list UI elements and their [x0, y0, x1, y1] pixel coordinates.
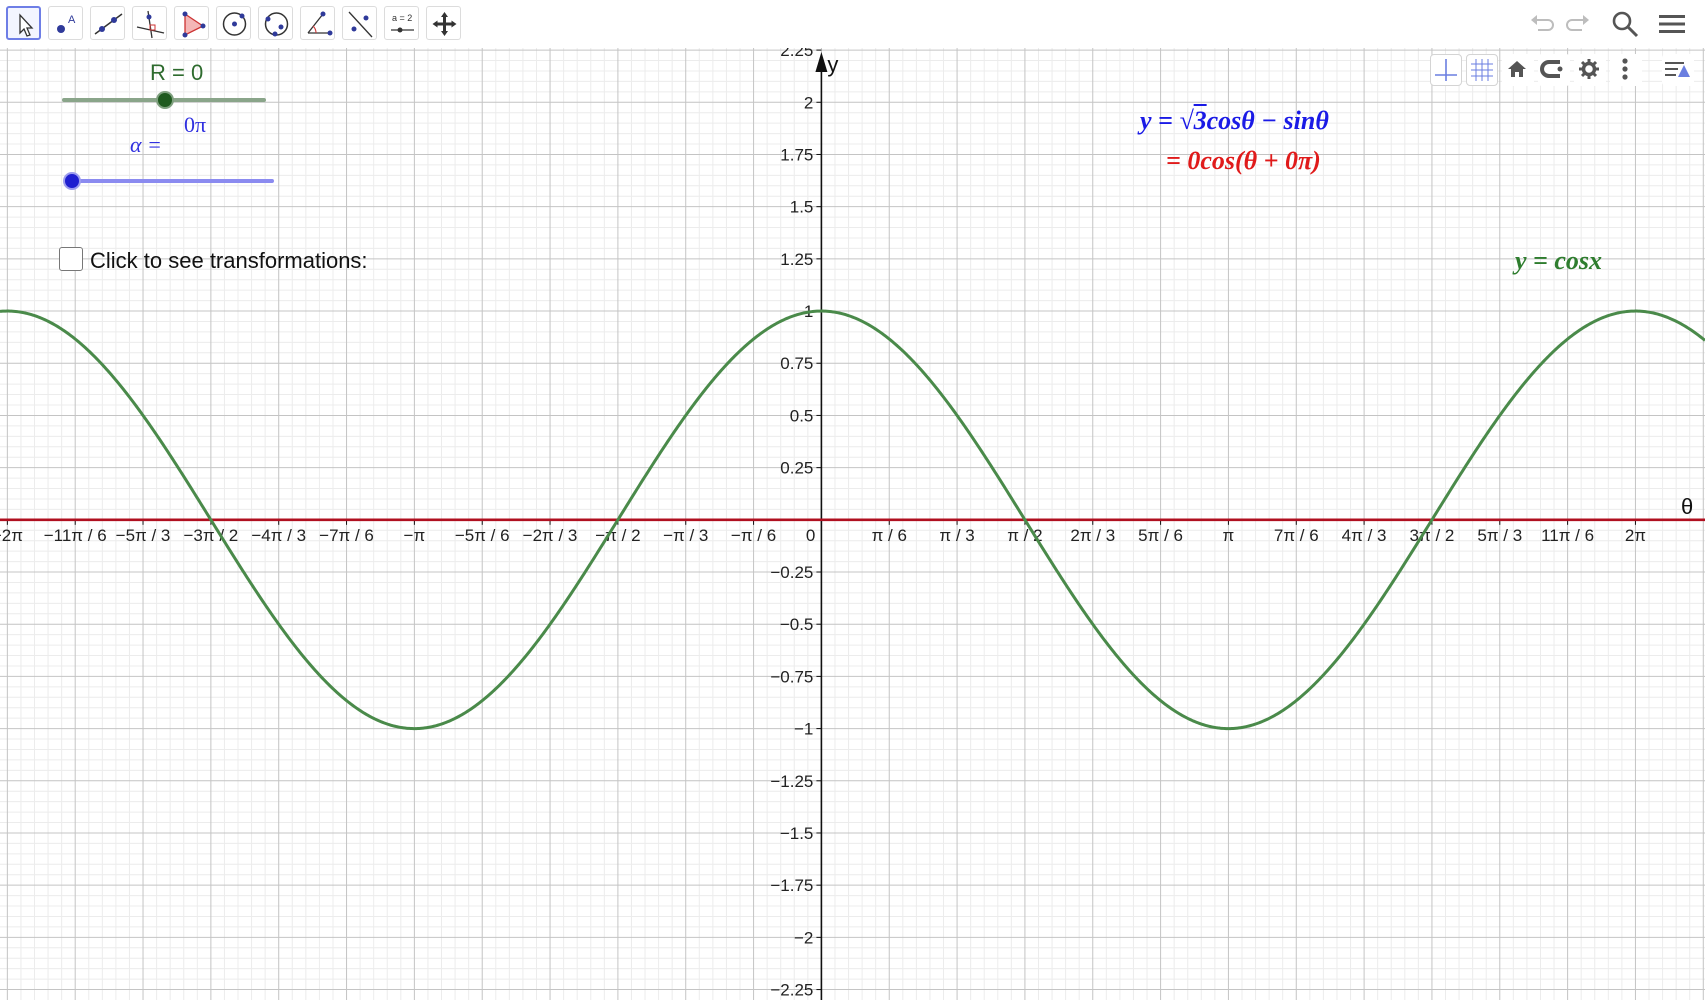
- x-tick-label: −π: [404, 526, 426, 545]
- formula-transformed: = 0cos(θ + 0π): [1166, 146, 1321, 175]
- formula-original-root: √: [1179, 106, 1194, 135]
- reflect-tool-icon[interactable]: [342, 6, 377, 40]
- formula-original: y = √3cosθ − sinθ: [1140, 106, 1329, 136]
- x-tick-label: −7π / 6: [319, 526, 374, 545]
- transformations-checkbox[interactable]: [59, 247, 83, 271]
- angle-tool-icon[interactable]: [300, 6, 335, 40]
- line-tool-icon[interactable]: [90, 6, 125, 40]
- slider-r-knob[interactable]: [156, 91, 174, 109]
- y-tick-label: 2: [804, 93, 813, 112]
- search-icon[interactable]: [1610, 9, 1640, 44]
- x-tick-label: −3π / 2: [183, 526, 238, 545]
- menu-icon[interactable]: [1657, 9, 1687, 44]
- x-tick-label: −π / 6: [731, 526, 776, 545]
- minor-grid: [0, 48, 1705, 1000]
- y-tick-label: 0.75: [780, 354, 813, 373]
- x-tick-label: −11π / 6: [44, 526, 107, 545]
- slider-tool-icon[interactable]: a = 2: [384, 6, 419, 40]
- y-tick-label: −1.75: [770, 876, 813, 895]
- x-tick-label: −π / 3: [663, 526, 708, 545]
- home-icon[interactable]: [1502, 54, 1534, 86]
- redo-icon[interactable]: [1564, 9, 1592, 42]
- formula-original-rest: cosθ − sinθ: [1206, 106, 1329, 135]
- polygon-tool-icon[interactable]: [174, 6, 209, 40]
- x-tick-label: π / 6: [872, 526, 907, 545]
- formula-original-radicand: 3: [1193, 106, 1207, 135]
- x-tick-label: −π / 2: [595, 526, 640, 545]
- slider-alpha-knob[interactable]: [63, 172, 81, 190]
- move-tool-icon[interactable]: [6, 6, 41, 40]
- main-toolbar: A a = 2: [0, 0, 1705, 48]
- y-tick-label: −2: [794, 928, 813, 947]
- more-options-icon[interactable]: [1610, 54, 1642, 86]
- transformations-checkbox-label[interactable]: Click to see transformations:: [90, 248, 368, 274]
- svg-text:a = 2: a = 2: [392, 13, 412, 23]
- x-tick-label: −5π / 3: [116, 526, 171, 545]
- point-tool-icon[interactable]: A: [48, 6, 83, 40]
- y-axis-arrow: [815, 52, 828, 72]
- x-tick-label: 2π: [1625, 526, 1646, 545]
- x-tick-label: −2π / 3: [523, 526, 578, 545]
- y-tick-label: 0.25: [780, 459, 813, 478]
- point-capturing-icon[interactable]: [1538, 54, 1570, 86]
- y-tick-label: 0.5: [790, 406, 814, 425]
- x-tick-label: 3π / 2: [1410, 526, 1455, 545]
- y-tick-label: 1.5: [790, 198, 814, 217]
- perpendicular-line-tool-icon[interactable]: [132, 6, 167, 40]
- x-tick-label: 2π / 3: [1070, 526, 1115, 545]
- x-tick-label: π: [1223, 526, 1235, 545]
- y-tick-label: −0.25: [770, 563, 813, 582]
- x-tick-label: 5π / 6: [1138, 526, 1183, 545]
- grid-toggle-icon[interactable]: [1466, 54, 1498, 86]
- y-tick-label: −1.5: [780, 824, 814, 843]
- undo-icon[interactable]: [1528, 9, 1556, 42]
- graph-canvas[interactable]: yθ −2π−11π / 6−5π / 3−3π / 2−4π / 3−7π /…: [0, 48, 1705, 1000]
- graphics-view[interactable]: yθ −2π−11π / 6−5π / 3−3π / 2−4π / 3−7π /…: [0, 48, 1705, 1000]
- move-graphics-view-tool-icon[interactable]: [426, 6, 461, 40]
- x-tick-label: 5π / 3: [1477, 526, 1522, 545]
- y-tick-label: −1.25: [770, 772, 813, 791]
- y-tick-label: −1: [794, 720, 813, 739]
- settings-icon[interactable]: [1574, 54, 1606, 86]
- slider-alpha-track[interactable]: [70, 179, 274, 183]
- y-tick-label: −0.75: [770, 667, 813, 686]
- y-tick-label: −2.25: [770, 981, 813, 1000]
- formula-cos-label: y = cosx: [1515, 246, 1603, 275]
- y-tick-label: 2.25: [780, 48, 813, 60]
- x-tick-label: 4π / 3: [1342, 526, 1387, 545]
- slider-alpha-value: 0π: [184, 112, 207, 137]
- y-axis-label: y: [827, 52, 838, 77]
- y-tick-label: 1.75: [780, 145, 813, 164]
- circle-three-points-tool-icon[interactable]: [258, 6, 293, 40]
- x-tick-label: 0: [806, 526, 815, 545]
- y-tick-label: 1.25: [780, 250, 813, 269]
- x-tick-label: π / 3: [939, 526, 974, 545]
- y-tick-label: −0.5: [780, 615, 814, 634]
- axes-toggle-icon[interactable]: [1430, 54, 1462, 86]
- x-tick-label: 7π / 6: [1274, 526, 1319, 545]
- formula-original-lhs: y =: [1140, 106, 1180, 135]
- circle-center-point-tool-icon[interactable]: [216, 6, 251, 40]
- x-tick-label: −5π / 6: [455, 526, 510, 545]
- x-tick-label: 11π / 6: [1541, 526, 1594, 545]
- slider-r-label: R = 0: [150, 60, 204, 85]
- x-tick-label: −2π: [0, 526, 23, 545]
- x-tick-label: −4π / 3: [251, 526, 306, 545]
- major-grid: [0, 48, 1705, 1000]
- x-axis-label: θ: [1681, 494, 1693, 519]
- svg-text:A: A: [68, 14, 76, 26]
- tick-labels: −2π−11π / 6−5π / 3−3π / 2−4π / 3−7π / 6−…: [0, 48, 1646, 1000]
- slider-alpha-label: α =: [130, 132, 162, 157]
- style-bar-toggle-icon[interactable]: [1662, 54, 1694, 86]
